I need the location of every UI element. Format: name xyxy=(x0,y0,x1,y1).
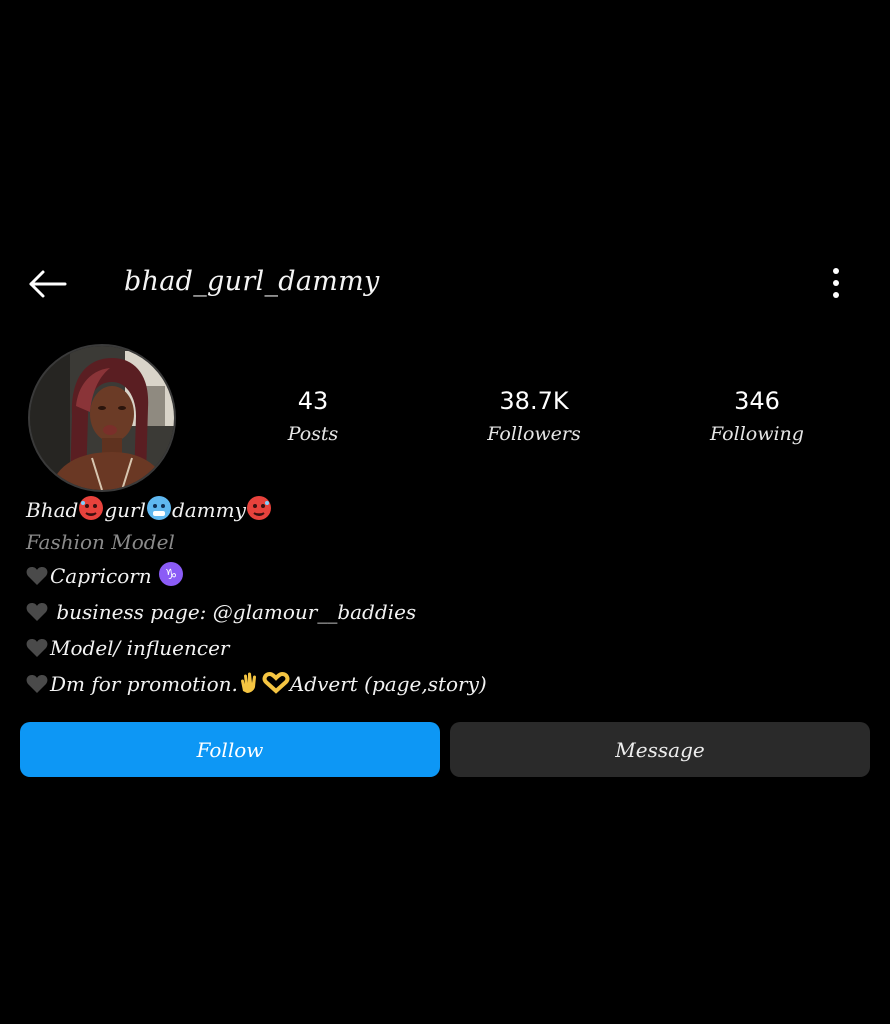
stat-following[interactable]: 346 Following xyxy=(677,383,837,449)
black-heart-icon xyxy=(26,675,48,693)
posts-count: 43 xyxy=(297,387,329,415)
follow-button[interactable]: Follow xyxy=(20,722,440,777)
stat-posts[interactable]: 43 Posts xyxy=(233,383,393,449)
profile-username: bhad_gurl_dammy xyxy=(124,266,380,297)
bio-line-3-text: Model/ influencer xyxy=(50,636,230,660)
black-heart-icon xyxy=(26,603,48,621)
profile-header: bhad_gurl_dammy xyxy=(0,250,890,320)
hot-face-emoji-icon-2 xyxy=(246,495,272,532)
bio-category: Fashion Model xyxy=(26,530,175,554)
bio-line-2-text[interactable]: business page: @glamour__baddies xyxy=(50,600,416,624)
followers-count: 38.7K xyxy=(499,387,569,415)
posts-label: Posts xyxy=(287,423,339,445)
more-vertical-icon xyxy=(833,268,839,298)
more-options-button[interactable] xyxy=(816,260,856,306)
stat-followers[interactable]: 38.7K Followers xyxy=(454,383,614,449)
black-heart-icon xyxy=(26,639,48,657)
bio-line-business: business page: @glamour__baddies xyxy=(26,594,866,630)
bio-line-1-text: Capricorn xyxy=(50,564,152,588)
bio-display-name: Bhad gurl dammy xyxy=(26,492,866,528)
svg-text:♑: ♑ xyxy=(165,567,178,583)
name-part-2: gurl xyxy=(104,498,146,522)
bio-line-4b-text: Advert (page,story) xyxy=(289,672,487,696)
black-heart-icon xyxy=(26,567,48,585)
clapping-hands-icon xyxy=(238,670,262,706)
capricorn-sign-icon: ♑ xyxy=(158,561,184,598)
bio-line-model: Model/ influencer xyxy=(26,630,866,666)
bio-line-capricorn: Capricorn ♑ xyxy=(26,558,866,594)
bio-line-4a-text: Dm for promotion. xyxy=(50,672,238,696)
message-button[interactable]: Message xyxy=(450,722,870,777)
name-part-1: Bhad xyxy=(26,498,79,522)
back-button[interactable] xyxy=(24,262,72,306)
followers-label: Followers xyxy=(487,423,581,445)
following-label: Following xyxy=(710,423,804,445)
heart-hands-icon xyxy=(262,670,290,706)
profile-bio: Bhad gurl dammy Fashion Model Capricorn ♑ … xyxy=(26,492,866,702)
avatar-image xyxy=(30,346,174,490)
arrow-left-icon xyxy=(29,270,67,298)
bio-line-promotion: Dm for promotion. Advert (page,story) xyxy=(26,666,866,702)
following-count: 346 xyxy=(734,387,780,415)
avatar[interactable] xyxy=(28,344,176,492)
name-part-3: dammy xyxy=(171,498,246,522)
